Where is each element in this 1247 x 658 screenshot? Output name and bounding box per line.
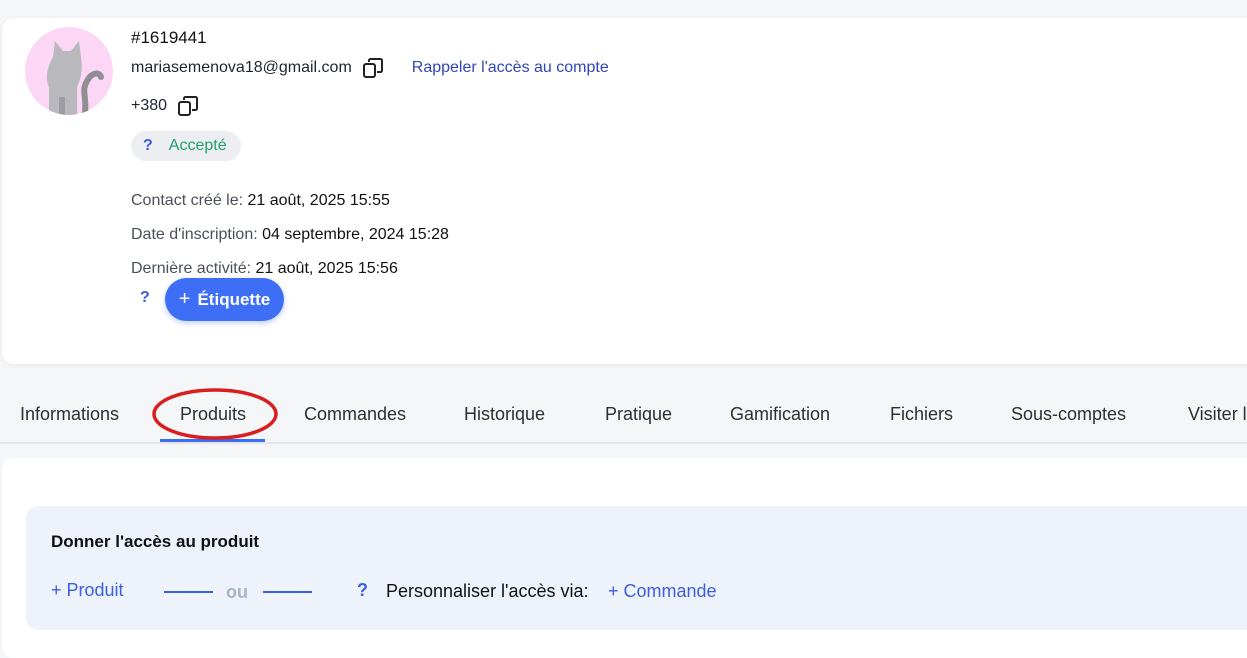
contact-id: #1619441: [131, 28, 207, 47]
tab-fichiers[interactable]: Fichiers: [890, 404, 953, 425]
tab-commandes[interactable]: Commandes: [304, 404, 406, 425]
or-label: ou: [226, 582, 248, 602]
meta-value: 21 août, 2025 15:56: [255, 260, 398, 277]
add-order-link[interactable]: + Commande: [608, 581, 717, 602]
access-title: Donner l'accès au produit: [51, 532, 260, 551]
cat-silhouette-icon: [46, 41, 104, 115]
divider-line: [263, 591, 312, 593]
status-label: Accepté: [168, 137, 227, 154]
add-tag-button[interactable]: + Étiquette: [165, 278, 284, 321]
tab-informations[interactable]: Informations: [20, 404, 119, 425]
meta-last-activity: Dernière activité: 21 août, 2025 15:56: [131, 260, 398, 278]
personalize-help-icon[interactable]: ?: [357, 580, 368, 601]
tab-historique[interactable]: Historique: [464, 404, 545, 425]
tab-bar: Informations Produits Commandes Historiq…: [0, 380, 1247, 444]
phone-row: +380: [131, 94, 199, 118]
meta-key: Contact créé le:: [131, 192, 244, 209]
plus-icon: +: [178, 288, 191, 310]
recall-access-link[interactable]: Rappeler l'accès au compte: [412, 59, 609, 77]
tab-sous-comptes[interactable]: Sous-comptes: [1011, 404, 1126, 425]
meta-key: Date d'inscription:: [131, 226, 258, 243]
copy-icon[interactable]: [362, 57, 384, 79]
tab-produits[interactable]: Produits: [180, 404, 246, 425]
add-product-link[interactable]: + Produit: [51, 580, 124, 604]
tab-visiter[interactable]: Visiter l: [1188, 404, 1247, 425]
meta-value: 21 août, 2025 15:55: [247, 192, 390, 209]
active-tab-indicator: [160, 439, 265, 442]
divider-line: [164, 591, 213, 593]
tag-help-icon[interactable]: ?: [140, 289, 150, 307]
meta-value: 04 septembre, 2024 15:28: [262, 226, 449, 243]
add-product-label[interactable]: + Produit: [51, 580, 124, 600]
copy-icon[interactable]: [177, 95, 199, 117]
add-tag-label: Étiquette: [197, 289, 271, 309]
status-help-icon[interactable]: ?: [143, 137, 153, 155]
avatar: [25, 27, 113, 115]
personalize-label: Personnaliser l'accès via:: [386, 581, 589, 601]
meta-key: Dernière activité:: [131, 260, 252, 277]
phone-text: +380: [131, 97, 168, 114]
tab-gamification[interactable]: Gamification: [730, 404, 830, 425]
tab-pratique[interactable]: Pratique: [605, 404, 672, 425]
meta-created: Contact créé le: 21 août, 2025 15:55: [131, 192, 390, 210]
status-badge: ? Accepté: [131, 131, 241, 161]
email-row: mariasemenova18@gmail.com Rappeler l'acc…: [131, 56, 609, 80]
access-box: [26, 506, 1247, 630]
meta-registered: Date d'inscription: 04 septembre, 2024 1…: [131, 226, 449, 244]
email-text: mariasemenova18@gmail.com: [131, 59, 352, 76]
